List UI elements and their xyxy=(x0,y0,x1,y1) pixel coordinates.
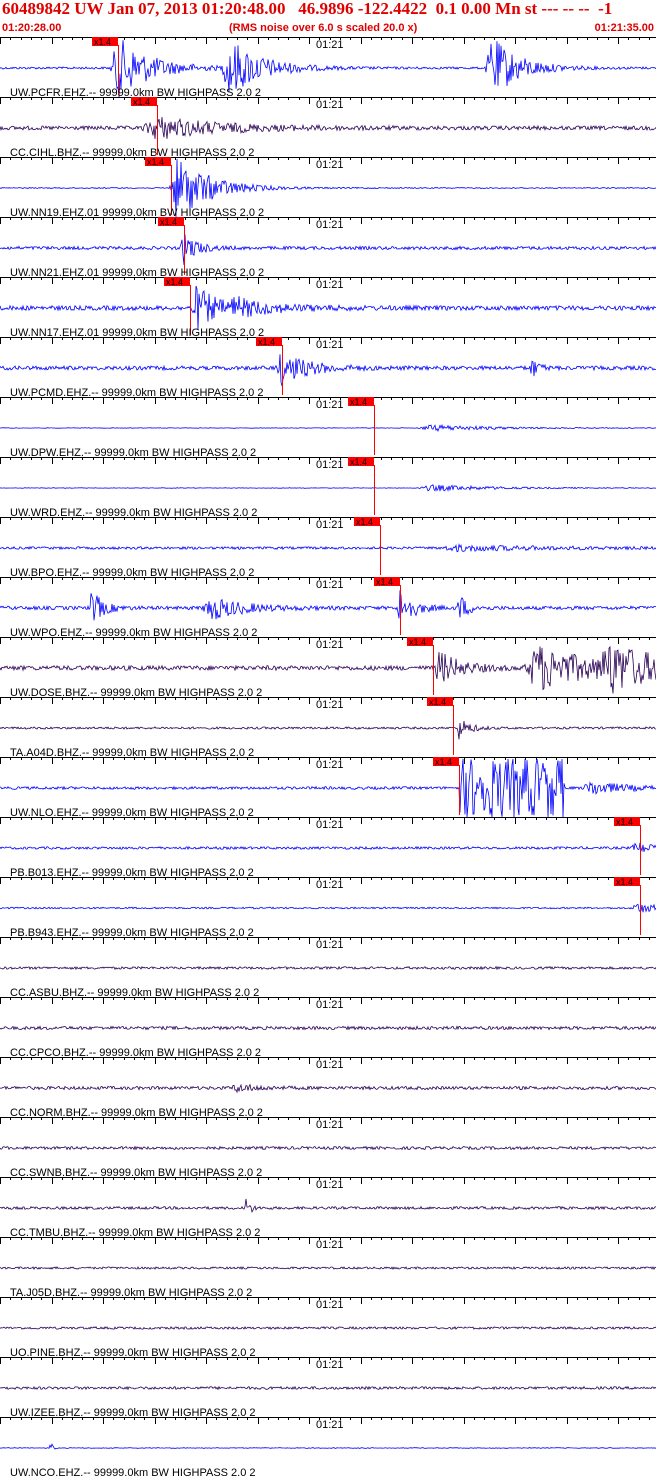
trace-row: 01:21x1.4UW.NN21.EHZ.01 99999.0km BW HIG… xyxy=(0,217,656,279)
minute-tick-label: 01:21 xyxy=(316,1299,344,1311)
trace-row: 01:21 x1.4UW.DPW.EHZ.-- 99999.0km BW HIGH… xyxy=(0,397,656,459)
trace-row: 01:21 UW.NCO.EHZ.-- 99999.0km BW HIGHPASS… xyxy=(0,1417,656,1478)
minute-tick-label: 01:21 xyxy=(316,1059,344,1071)
minute-tick-label: 01:21 xyxy=(316,1119,344,1131)
minute-tick-label: 01:21 xyxy=(316,639,344,651)
waveform xyxy=(0,1025,656,1031)
trace-row: 01:21CC.ASBU.BHZ.-- 99999.0km BW HIGHPAS… xyxy=(0,937,656,999)
waveform xyxy=(0,721,656,740)
minute-tick-label: 01:21 xyxy=(316,939,344,951)
pick-marker-label: x1.4 xyxy=(356,517,373,527)
trace-row: 01:21UW.IZEE.BHZ.-- 99999.0km BW HIGHPAS… xyxy=(0,1357,656,1419)
minute-tick-label: 01:21 xyxy=(316,1239,344,1251)
seismogram-panel: 01:21x1.4UW.PCFR.EHZ.-- 99999.0km BW HIG… xyxy=(0,37,656,1478)
pick-marker-label: x1.4 xyxy=(94,37,111,47)
trace-row: 01:21 x1.4PB.B943.EHZ.-- 99999.0km BW HIG… xyxy=(0,877,656,939)
waveform xyxy=(0,1325,656,1331)
waveform xyxy=(0,354,656,387)
trace-row: 01:21CC.NORM.BHZ.-- 99999.0km BW HIGHPAS… xyxy=(0,1057,656,1119)
trace-row: 01:21x1.4UW.PCFR.EHZ.-- 99999.0km BW HIG… xyxy=(0,37,656,99)
waveform xyxy=(0,842,656,853)
trace-row: 01:21x1.4CC.CIHL.BHZ.-- 99999.0km BW HIG… xyxy=(0,97,656,159)
minute-tick-label: 01:21 xyxy=(316,339,344,351)
minute-tick-label: 01:21 xyxy=(316,159,344,171)
trace-row: 01:21 x1.4PB.B013.EHZ.-- 99999.0km BW HIG… xyxy=(0,817,656,879)
trace-row: 01:21 x1.4UW.WRD.EHZ.-- 99999.0km BW HIGH… xyxy=(0,457,656,519)
waveform xyxy=(0,1083,656,1094)
minute-tick-label: 01:21 xyxy=(316,999,344,1011)
waveform xyxy=(0,234,656,265)
trace-row: 01:21x1.4UW.NN17.EHZ.01 99999.0km BW HIG… xyxy=(0,277,656,339)
waveform xyxy=(0,1266,656,1271)
minute-tick-label: 01:21 xyxy=(316,579,344,591)
pick-marker-label: x1.4 xyxy=(350,397,367,407)
waveform xyxy=(0,1145,656,1151)
minute-tick-label: 01:21 xyxy=(316,1419,344,1431)
waveform xyxy=(0,285,656,330)
pick-marker-label: x1.4 xyxy=(616,817,633,827)
trace-row: 01:21 x1.4TA.A04D.BHZ.-- 99999.0km BW HIG… xyxy=(0,697,656,759)
waveform xyxy=(0,965,656,971)
minute-tick-label: 01:21 xyxy=(316,459,344,471)
minute-tick-label: 01:21 xyxy=(316,759,344,771)
trace-row: 01:21 x1.4UW.NLO.EHZ.-- 99999.0km BW HIGH… xyxy=(0,757,656,819)
pick-marker-label: x1.4 xyxy=(258,337,275,347)
trace-row: 01:21 x1.4UW.WPO.EHZ.-- 99999.0km BW HIGH… xyxy=(0,577,656,639)
pick-marker-label: x1.4 xyxy=(160,217,177,227)
waveform xyxy=(0,903,656,913)
waveform xyxy=(0,543,656,553)
minute-tick-label: 01:21 xyxy=(316,519,344,531)
trace-row: 01:21CC.TMBU.BHZ.-- 99999.0km BW HIGHPAS… xyxy=(0,1177,656,1239)
trace-row: 01:21CC.CPCO.BHZ.-- 99999.0km BW HIGHPAS… xyxy=(0,997,656,1059)
minute-tick-label: 01:21 xyxy=(316,699,344,711)
minute-tick-label: 01:21 xyxy=(316,819,344,831)
trace-row: 01:21 x1.4UW.DOSE.BHZ.-- 99999.0km BW HIG… xyxy=(0,637,656,699)
pick-marker-label: x1.4 xyxy=(147,157,164,167)
minute-tick-label: 01:21 xyxy=(316,99,344,111)
waveform xyxy=(0,590,656,621)
pick-marker-label: x1.4 xyxy=(350,457,367,467)
pick-marker-label: x1.4 xyxy=(409,637,426,647)
waveform xyxy=(0,1443,656,1450)
waveform xyxy=(0,1198,656,1214)
minute-tick-label: 01:21 xyxy=(316,399,344,411)
trace-row: 01:21 x1.4UW.BPO.EHZ.-- 99999.0km BW HIGH… xyxy=(0,517,656,579)
trace-row: 01:21UO.PINE.BHZ.-- 99999.0km BW HIGHPAS… xyxy=(0,1297,656,1359)
waveform xyxy=(0,423,656,433)
waveform xyxy=(0,484,656,492)
pick-marker-label: x1.4 xyxy=(435,757,452,767)
trace-row: 01:21CC.SWNB.BHZ.-- 99999.0km BW HIGHPAS… xyxy=(0,1117,656,1179)
minute-tick-label: 01:21 xyxy=(316,39,344,51)
minute-tick-label: 01:21 xyxy=(316,219,344,231)
waveform xyxy=(0,1385,656,1391)
minute-tick-label: 01:21 xyxy=(316,1359,344,1371)
waveform xyxy=(0,117,656,140)
pick-marker-label: x1.4 xyxy=(166,277,183,287)
pick-marker-label: x1.4 xyxy=(133,97,150,107)
trace-row: 01:21x1.4UW.NN19.EHZ.01 99999.0km BW HIG… xyxy=(0,157,656,219)
pick-marker-label: x1.4 xyxy=(429,697,446,707)
trace-row: 01:21x1.4UW.PCMD.EHZ.-- 99999.0km BW HIG… xyxy=(0,337,656,399)
station-label: UW.NCO.EHZ.-- 99999.0km BW HIGHPASS 2.0 … xyxy=(10,1467,256,1478)
minute-tick-label: 01:21 xyxy=(316,279,344,291)
pick-marker-label: x1.4 xyxy=(376,577,393,587)
minute-tick-label: 01:21 xyxy=(316,879,344,891)
minute-tick-label: 01:21 xyxy=(316,1179,344,1191)
trace-row: 01:21TA.J05D.BHZ.-- 99999.0km BW HIGHPAS… xyxy=(0,1237,656,1299)
pick-marker-label: x1.4 xyxy=(616,877,633,887)
